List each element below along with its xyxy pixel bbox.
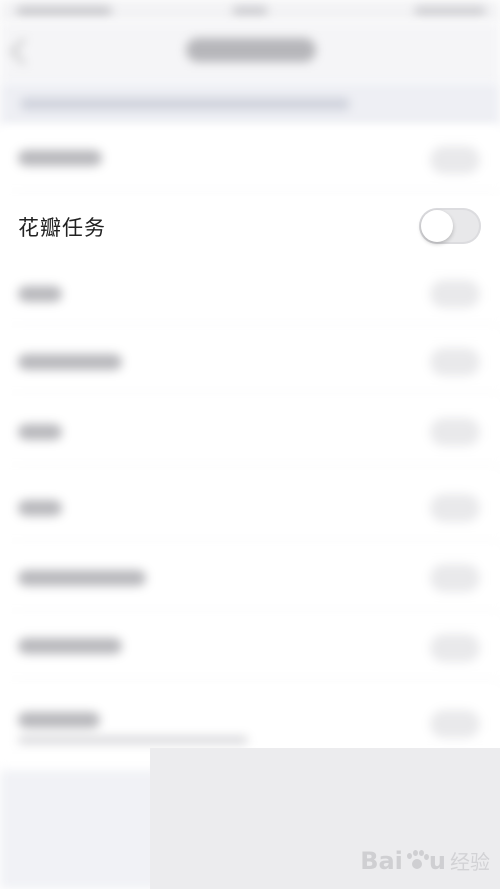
settings-row-toggle[interactable] [430, 146, 480, 174]
settings-row-label [18, 570, 146, 586]
petal-task-toggle[interactable] [419, 208, 481, 244]
settings-row-blurred[interactable] [0, 260, 500, 328]
settings-row-label [18, 424, 62, 440]
watermark-brand-a: Bai [360, 846, 403, 875]
row-divider [16, 681, 500, 682]
settings-row-label [18, 712, 100, 728]
watermark-suffix: 经验 [450, 850, 490, 874]
settings-row-label [18, 500, 62, 516]
settings-row-blurred[interactable] [0, 126, 500, 194]
settings-row-blurred[interactable] [0, 614, 500, 682]
section-header [0, 82, 500, 126]
settings-row-toggle[interactable] [430, 348, 480, 376]
page-title [186, 38, 316, 62]
settings-row-toggle[interactable] [430, 710, 480, 738]
status-time [232, 6, 268, 16]
settings-row-blurred[interactable] [0, 328, 500, 396]
section-header-text [20, 98, 350, 110]
paw-icon [405, 849, 429, 872]
back-arrow-icon[interactable] [10, 38, 37, 65]
settings-row-toggle[interactable] [430, 418, 480, 446]
status-battery [414, 6, 486, 16]
settings-row-label [18, 638, 122, 654]
row-divider [16, 193, 500, 194]
settings-row-description [18, 736, 248, 744]
watermark-brand-b: u [428, 846, 446, 875]
status-bar [0, 0, 500, 22]
settings-row-toggle[interactable] [430, 280, 480, 308]
nav-bar [0, 22, 500, 82]
settings-row-toggle[interactable] [430, 634, 480, 662]
settings-row-petal-task[interactable]: 花瓣任务 [0, 196, 500, 258]
settings-row-label [18, 150, 102, 166]
bottom-area [0, 770, 160, 889]
status-carrier [16, 6, 112, 16]
settings-row-blurred[interactable] [0, 684, 500, 754]
baidu-watermark: Bai u 经验 [360, 846, 490, 875]
settings-row-label [18, 354, 122, 370]
settings-row-toggle[interactable] [430, 564, 480, 592]
toggle-knob [421, 210, 453, 242]
row-divider [16, 467, 500, 468]
settings-row-toggle[interactable] [430, 494, 480, 522]
settings-row-blurred[interactable] [0, 396, 500, 468]
settings-row-label [18, 286, 62, 302]
settings-row-label: 花瓣任务 [18, 216, 106, 240]
settings-row-blurred[interactable] [0, 544, 500, 614]
settings-row-blurred[interactable] [0, 470, 500, 544]
